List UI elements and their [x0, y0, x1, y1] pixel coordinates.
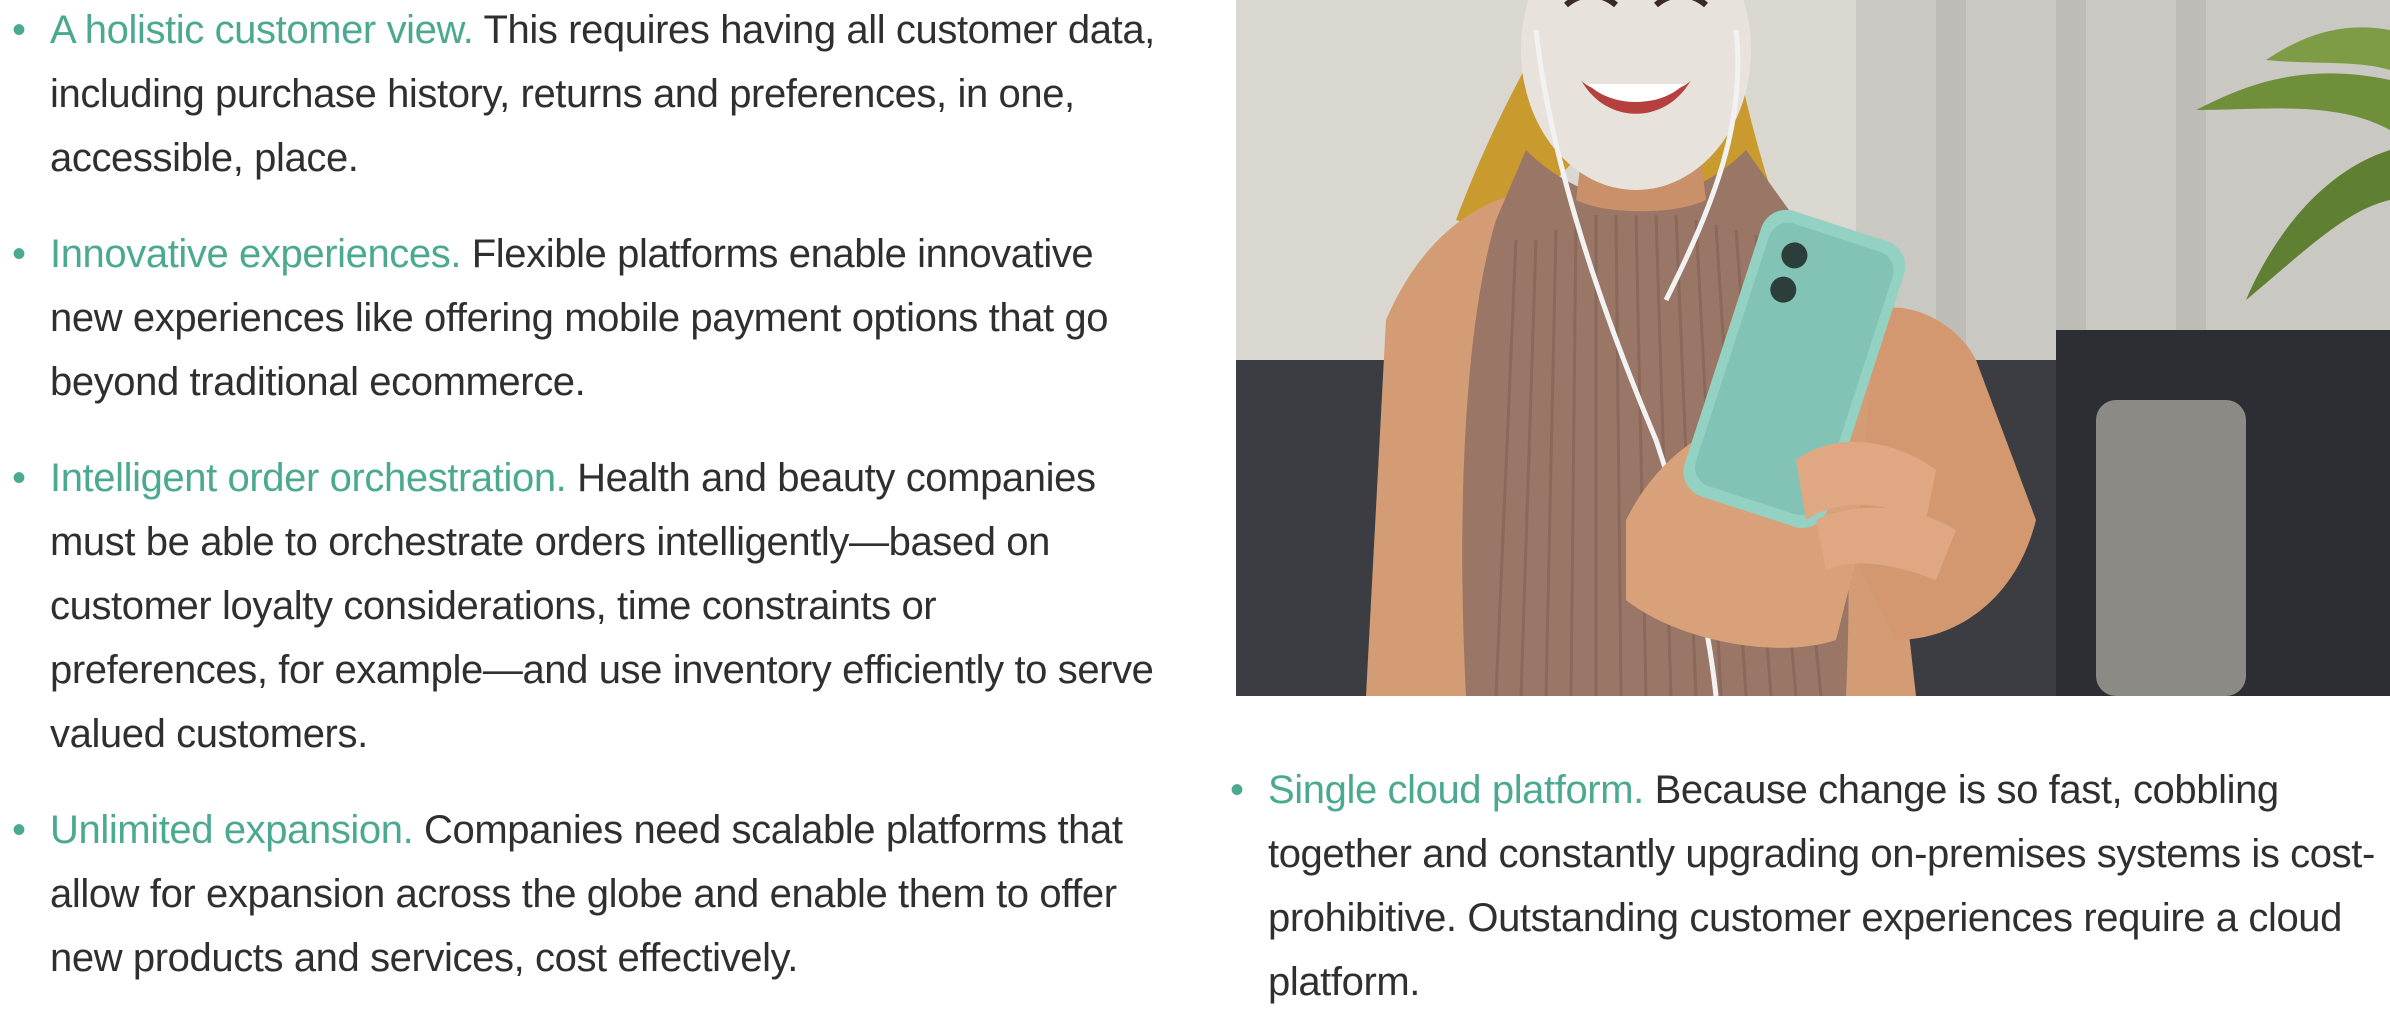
item-lead: Innovative experiences.	[50, 232, 462, 276]
item-lead: Intelligent order orchestration.	[50, 456, 567, 500]
list-item: • Intelligent order orchestration. Healt…	[0, 446, 1160, 766]
item-lead: Single cloud platform.	[1268, 768, 1644, 812]
list-item: • Single cloud platform. Because change …	[1218, 758, 2390, 1014]
bullet-dot: •	[12, 232, 26, 276]
item-lead: Unlimited expansion.	[50, 808, 414, 852]
woman-with-phone-photo	[1236, 0, 2390, 696]
item-lead: A holistic customer view.	[50, 8, 474, 52]
bullet-dot: •	[12, 456, 26, 500]
left-bullet-list: • A holistic customer view. This require…	[0, 0, 1160, 1022]
bullet-dot: •	[12, 808, 26, 852]
bullet-dot: •	[12, 8, 26, 52]
right-bullet-list: • Single cloud platform. Because change …	[1218, 758, 2390, 1014]
list-item: • Unlimited expansion. Companies need sc…	[0, 798, 1160, 990]
bullet-dot: •	[1230, 768, 1244, 812]
list-item: • A holistic customer view. This require…	[0, 0, 1160, 190]
item-text: Health and beauty companies must be able…	[50, 456, 1154, 756]
list-item: • Innovative experiences. Flexible platf…	[0, 222, 1160, 414]
